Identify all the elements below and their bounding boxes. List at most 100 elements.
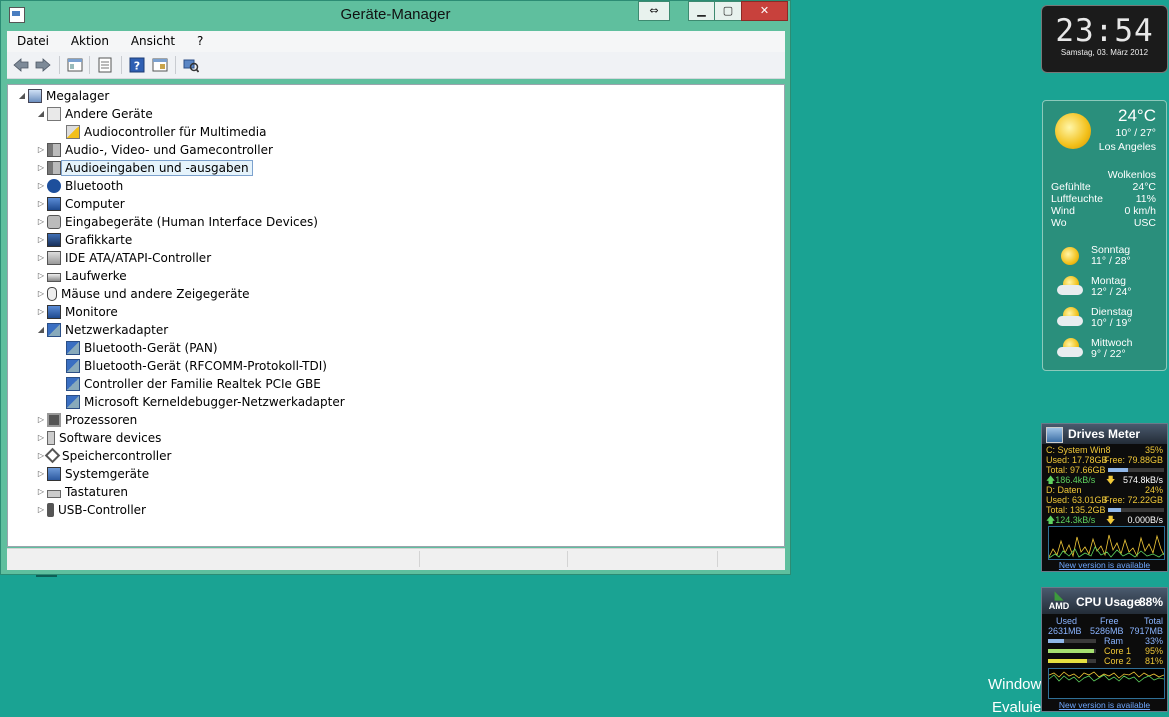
expand-triangle-icon[interactable]: ▷ [37, 465, 45, 483]
close-button[interactable]: ✕ [741, 1, 788, 21]
warning-device-icon [66, 124, 80, 139]
scan-hardware-icon[interactable] [183, 57, 199, 73]
tree-item[interactable]: ▷ Systemgeräte [37, 465, 149, 483]
expand-triangle-icon[interactable]: ▷ [37, 285, 45, 303]
expand-triangle-icon[interactable]: ▷ [37, 141, 45, 159]
display-adapter-icon [47, 232, 61, 247]
expand-triangle-icon[interactable]: ▷ [37, 159, 45, 177]
view-icon[interactable] [152, 57, 168, 73]
tree-item[interactable]: ▷ Mäuse und andere Zeigegeräte [37, 285, 250, 303]
expand-triangle-icon[interactable]: ▷ [37, 177, 45, 195]
forecast-day-4: Mittwoch 9° / 22° [1091, 338, 1132, 360]
collapse-triangle-icon[interactable]: ◢ [37, 105, 45, 123]
tree-item[interactable]: Controller der Familie Realtek PCIe GBE [56, 375, 321, 393]
menu-bar: Datei Aktion Ansicht ? [7, 31, 785, 52]
usb-icon [47, 502, 54, 517]
clock-gadget[interactable]: 23:54 Samstag, 03. März 2012 [1041, 5, 1168, 73]
weather-gadget[interactable]: 24°C 10° / 27° Los Angeles Wolkenlos Gef… [1042, 100, 1167, 371]
collapse-triangle-icon[interactable]: ◢ [37, 321, 45, 339]
ram-fill [1048, 639, 1064, 643]
expand-triangle-icon[interactable]: ▷ [37, 429, 45, 447]
menu-datei[interactable]: Datei [7, 31, 57, 48]
drive-c-download: 574.8kB/s [1122, 475, 1163, 485]
tree-item[interactable]: Audiocontroller für Multimedia [56, 123, 266, 141]
network-icon [66, 358, 80, 373]
tree-item[interactable]: Microsoft Kerneldebugger-Netzwerkadapter [56, 393, 345, 411]
cloud-icon [1057, 316, 1083, 326]
tree-item[interactable]: ◢ Netzwerkadapter [37, 321, 168, 339]
tree-item[interactable]: ▷ Eingabegeräte (Human Interface Devices) [37, 213, 318, 231]
download-arrow-icon: 🡇 [1106, 515, 1116, 525]
expand-triangle-icon[interactable]: ▷ [37, 411, 45, 429]
tree-item[interactable]: ▷ Tastaturen [37, 483, 128, 501]
drive-c-name-line: C: System Win8 35% [1046, 445, 1163, 455]
cpu-new-version-link[interactable]: New version is available [1042, 700, 1167, 710]
core1-bar [1048, 649, 1096, 653]
device-manager-window[interactable]: Geräte-Manager ⇔ ▁ ▢ ✕ Datei Aktion Ansi… [0, 0, 791, 575]
properties-icon[interactable] [97, 57, 113, 73]
tree-item[interactable]: ▷ Software devices [37, 429, 161, 447]
tree-item[interactable]: ▷ Bluetooth [37, 177, 123, 195]
forecast-temps: 11° / 28° [1091, 255, 1131, 267]
snap-button[interactable]: ⇔ [638, 1, 670, 21]
ide-icon [47, 250, 61, 265]
tree-item[interactable]: ▷ Grafikkarte [37, 231, 132, 249]
expand-triangle-icon[interactable]: ▷ [37, 195, 45, 213]
cpu-icon [47, 412, 61, 427]
tree-item-label: Software devices [59, 431, 162, 445]
status-pane-divider [419, 551, 421, 567]
collapse-triangle-icon[interactable]: ◢ [18, 87, 26, 105]
upload-arrow-icon: 🡅 [1046, 475, 1056, 485]
expand-triangle-icon[interactable]: ▷ [37, 303, 45, 321]
tree-item-label: Audio-, Video- und Gamecontroller [65, 143, 273, 157]
tree-item[interactable]: ▷ Monitore [37, 303, 118, 321]
tree-item[interactable]: Bluetooth-Gerät (PAN) [56, 339, 218, 357]
expand-triangle-icon[interactable]: ▷ [37, 249, 45, 267]
expand-triangle-icon[interactable]: ▷ [37, 501, 45, 519]
ram-label: Ram [1104, 636, 1124, 646]
tree-item[interactable]: ▷ Speichercontroller [37, 447, 171, 465]
title-bar[interactable]: Geräte-Manager ⇔ ▁ ▢ ✕ [1, 1, 790, 29]
expand-triangle-icon[interactable]: ▷ [37, 231, 45, 249]
tree-item-label: Microsoft Kerneldebugger-Netzwerkadapter [84, 395, 345, 409]
tree-item[interactable]: ◢ Megalager [18, 87, 109, 105]
toolbar-separator [89, 56, 90, 74]
drive-icon [1046, 427, 1063, 443]
expand-triangle-icon[interactable]: ▷ [37, 447, 45, 465]
tree-item-label: Eingabegeräte (Human Interface Devices) [65, 215, 318, 229]
drives-new-version-link[interactable]: New version is available [1042, 560, 1167, 570]
drive-d-used: Used: 63.01GB [1046, 495, 1108, 505]
tree-item[interactable]: ▷ Prozessoren [37, 411, 137, 429]
expand-triangle-icon[interactable]: ▷ [37, 483, 45, 501]
cpu-usage-gadget[interactable]: ◣ AMD CPU Usage 88% Used Free Total 2631MB 5… [1041, 587, 1168, 712]
tree-item[interactable]: ▷ Computer [37, 195, 125, 213]
tree-item[interactable]: ▷ USB-Controller [37, 501, 146, 519]
maximize-button[interactable]: ▢ [714, 1, 742, 21]
cpu-usage-percent: 88% [1138, 595, 1163, 609]
expand-triangle-icon[interactable]: ▷ [37, 267, 45, 285]
tree-item[interactable]: ▷ Audio-, Video- und Gamecontroller [37, 141, 273, 159]
minimize-button[interactable]: ▁ [688, 1, 715, 21]
weather-detail-location: Wo USC [1051, 217, 1156, 229]
tree-item[interactable]: ▷ IDE ATA/ATAPI-Controller [37, 249, 211, 267]
cpu-activity-graph [1048, 668, 1165, 699]
forward-arrow-icon[interactable] [35, 57, 51, 73]
tree-item[interactable]: ◢ Andere Geräte [37, 105, 153, 123]
tree-item-label: Monitore [65, 305, 118, 319]
help-icon[interactable]: ? [129, 57, 145, 73]
menu-ansicht[interactable]: Ansicht [121, 31, 183, 48]
tree-item-label: Bluetooth-Gerät (RFCOMM-Protokoll-TDI) [84, 359, 327, 373]
core2-label: Core 2 [1104, 656, 1132, 666]
tree-item[interactable]: ▷ Audioeingaben und -ausgaben [37, 159, 253, 177]
device-tree[interactable]: ◢ Megalager ◢ Andere Geräte Audiocontroller … [7, 84, 785, 547]
tree-item-label: IDE ATA/ATAPI-Controller [65, 251, 212, 265]
menu-help[interactable]: ? [187, 31, 211, 48]
tree-item[interactable]: Bluetooth-Gerät (RFCOMM-Protokoll-TDI) [56, 357, 327, 375]
console-tree-icon[interactable] [67, 57, 83, 73]
drive-d-usage-bar [1108, 508, 1164, 512]
tree-item[interactable]: ▷ Laufwerke [37, 267, 127, 285]
drives-meter-gadget[interactable]: Drives Meter C: System Win8 35% Used: 17.… [1041, 423, 1168, 572]
back-arrow-icon[interactable] [13, 57, 29, 73]
expand-triangle-icon[interactable]: ▷ [37, 213, 45, 231]
menu-aktion[interactable]: Aktion [61, 31, 117, 48]
